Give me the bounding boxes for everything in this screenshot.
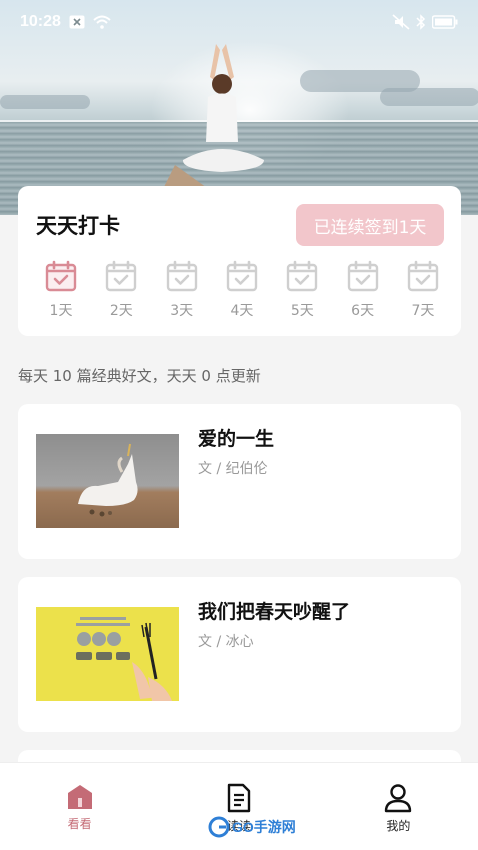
checkin-title: 天天打卡 [36, 214, 120, 238]
checkin-day-label: 6天 [351, 303, 375, 319]
checkin-day-label: 1天 [49, 303, 73, 319]
calendar-check-icon [45, 260, 77, 292]
streak-button[interactable]: 已连续签到1天 [296, 204, 444, 246]
battery-icon [432, 15, 458, 29]
article-author: 文 / 冰心 [198, 634, 254, 650]
checkin-day-label: 4天 [230, 303, 254, 319]
calendar-check-icon [287, 260, 318, 292]
checkin-day-label: 5天 [290, 303, 314, 319]
checkin-days: 1天 2天 3天 4天 5天 6天 7天 [32, 260, 452, 326]
checkin-day-label: 2天 [109, 303, 133, 319]
checkin-day[interactable]: 2天 [92, 260, 150, 326]
calendar-check-icon [166, 260, 197, 292]
article-author: 文 / 纪伯伦 [198, 461, 268, 477]
watermark-logo: GO手游网 [208, 816, 296, 838]
checkin-day[interactable]: 1天 [32, 260, 90, 326]
article-thumbnail-unicorn [36, 434, 179, 528]
status-time: 10:28 [20, 13, 61, 30]
checkin-day-label: 3天 [170, 303, 194, 319]
calendar-check-icon [407, 260, 439, 292]
bluetooth-icon [416, 14, 426, 30]
tab-home[interactable]: 看看 [0, 763, 159, 850]
calendar-check-icon [106, 260, 137, 292]
daily-subtitle: 每天 10 篇经典好文，天天 0 点更新 [18, 367, 261, 385]
notification-icon [69, 15, 85, 29]
checkin-day[interactable]: 6天 [334, 260, 392, 326]
article-thumbnail-fork [36, 607, 179, 701]
tab-label: 我的 [386, 819, 411, 833]
article-card[interactable]: 爱的一生 文 / 纪伯伦 [18, 404, 461, 559]
tab-mine[interactable]: 我的 [319, 763, 478, 850]
checkin-day[interactable]: 4天 [213, 260, 271, 326]
checkin-day-label: 7天 [411, 303, 435, 319]
mute-icon [392, 14, 410, 30]
home-icon [67, 785, 92, 809]
document-icon [227, 783, 251, 813]
checkin-day[interactable]: 3天 [153, 260, 211, 326]
checkin-day[interactable]: 5天 [273, 260, 331, 326]
article-card[interactable]: 我们把春天吵醒了 文 / 冰心 [18, 577, 461, 732]
article-title: 爱的一生 [198, 428, 275, 450]
status-bar: 10:28 [0, 0, 478, 44]
wifi-icon [93, 15, 111, 29]
tab-label: 看看 [67, 817, 92, 831]
calendar-check-icon [226, 260, 258, 292]
profile-icon [385, 784, 412, 813]
checkin-card: 天天打卡 已连续签到1天 1天 2天 3天 4天 5天 6天 7天 [18, 186, 461, 336]
article-title: 我们把春天吵醒了 [198, 601, 351, 623]
calendar-check-icon [347, 260, 378, 292]
checkin-day[interactable]: 7天 [394, 260, 452, 326]
